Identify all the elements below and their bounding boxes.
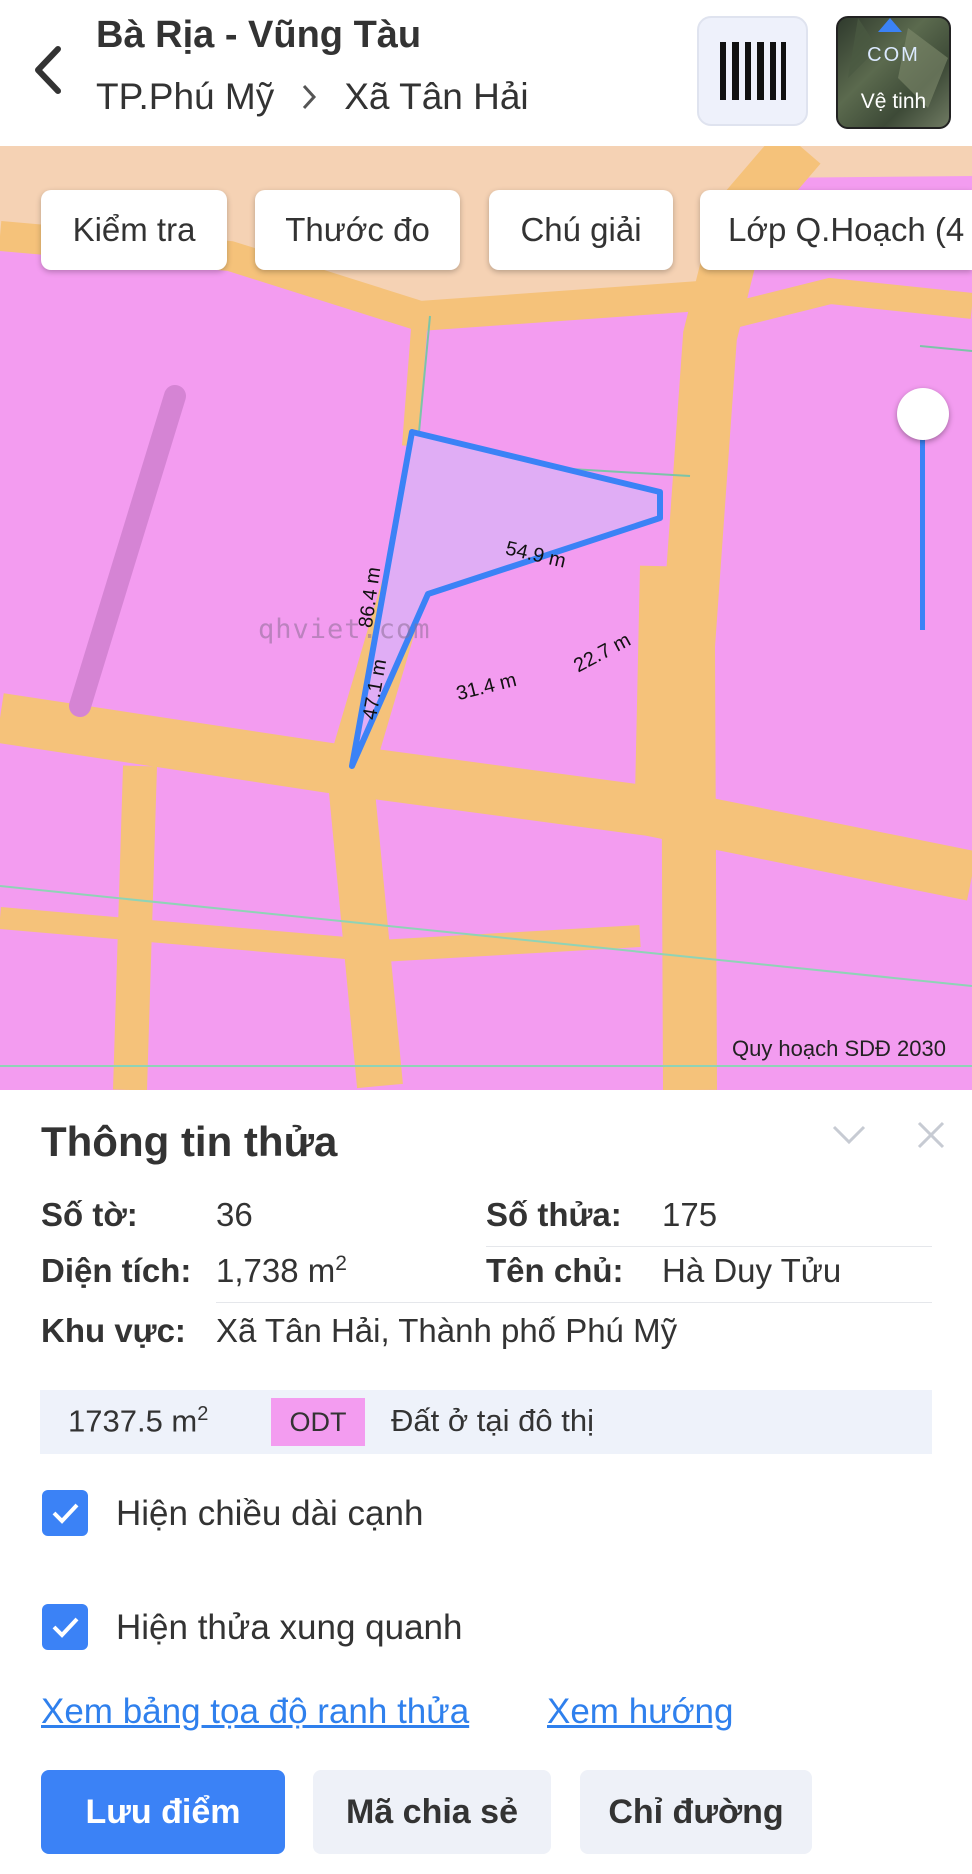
zoom-slider-handle[interactable] xyxy=(897,388,949,440)
satellite-brand-text: COM xyxy=(867,44,920,66)
collapse-button[interactable] xyxy=(826,1112,872,1158)
divider xyxy=(486,1246,932,1247)
owner-label: Tên chủ: xyxy=(486,1252,624,1289)
land-use-description: Đất ở tại đô thị xyxy=(391,1403,594,1438)
directions-button[interactable]: Chỉ đường xyxy=(580,1770,812,1854)
barcode-button[interactable] xyxy=(697,16,808,126)
checkmark-icon xyxy=(52,1617,79,1638)
region-label: Khu vực: xyxy=(41,1312,186,1349)
checkmark-icon xyxy=(52,1503,79,1524)
show-surrounding-label[interactable]: Hiện thửa xung quanh xyxy=(116,1608,462,1648)
parcel-number-label: Số thửa: xyxy=(486,1196,622,1233)
area-label: Diện tích: xyxy=(41,1252,192,1289)
map-watermark: qhviet.com xyxy=(258,614,431,645)
planning-layer-button[interactable]: Lớp Q.Hoạch (4 xyxy=(700,190,972,270)
owner-value: Hà Duy Tửu xyxy=(662,1252,842,1289)
app-header: Bà Rịa - Vũng Tàu TP.Phú Mỹ Xã Tân Hải C… xyxy=(0,0,972,146)
save-point-button[interactable]: Lưu điểm xyxy=(41,1770,285,1854)
planning-map[interactable]: qhviet.com 54.9 m 22.7 m 31.4 m 86.4 m 4… xyxy=(0,146,972,1090)
show-edge-lengths-label[interactable]: Hiện chiều dài cạnh xyxy=(116,1494,423,1534)
area-value: 1,738 m2 xyxy=(216,1252,347,1289)
legend-button[interactable]: Chú giải xyxy=(489,190,673,270)
divider xyxy=(216,1302,932,1303)
ruler-button[interactable]: Thước đo xyxy=(255,190,460,270)
view-direction-link[interactable]: Xem hướng xyxy=(547,1692,733,1732)
back-button[interactable] xyxy=(22,38,72,102)
close-button[interactable] xyxy=(908,1112,954,1158)
map-canvas xyxy=(0,146,972,1090)
share-code-button[interactable]: Mã chia sẻ xyxy=(313,1770,551,1854)
chevron-down-icon xyxy=(832,1125,866,1145)
chevron-left-icon xyxy=(35,46,61,94)
close-icon xyxy=(917,1121,945,1149)
breadcrumb-commune[interactable]: Xã Tân Hải xyxy=(344,76,528,118)
page-title: Bà Rịa - Vũng Tàu xyxy=(96,14,422,56)
barcode-icon xyxy=(719,42,786,100)
region-value: Xã Tân Hải, Thành phố Phú Mỹ xyxy=(216,1312,678,1349)
parcel-info-panel: Thông tin thửa Số tờ: 36 Số thửa: 175 Di… xyxy=(0,1090,972,1874)
panel-title: Thông tin thửa xyxy=(41,1118,338,1165)
land-use-area: 1737.5 m2 xyxy=(68,1403,209,1439)
breadcrumb: TP.Phú Mỹ Xã Tân Hải xyxy=(96,76,529,118)
show-surrounding-checkbox[interactable] xyxy=(42,1604,88,1650)
land-use-row: 1737.5 m2 ODT Đất ở tại đô thị xyxy=(40,1390,932,1454)
check-button[interactable]: Kiểm tra xyxy=(41,190,227,270)
sheet-number-value: 36 xyxy=(216,1196,253,1233)
satellite-label: Vệ tinh xyxy=(860,90,927,113)
show-edge-lengths-checkbox[interactable] xyxy=(42,1490,88,1536)
chevron-right-icon xyxy=(300,82,318,112)
parcel-number-value: 175 xyxy=(662,1196,718,1233)
breadcrumb-city[interactable]: TP.Phú Mỹ xyxy=(96,76,274,118)
coordinates-table-link[interactable]: Xem bảng tọa độ ranh thửa xyxy=(41,1692,469,1732)
satellite-view-button[interactable]: COM Vệ tinh xyxy=(836,16,951,129)
land-use-code-badge: ODT xyxy=(271,1398,365,1446)
zoom-slider-track[interactable] xyxy=(920,436,925,630)
map-layer-caption: Quy hoạch SDĐ 2030 xyxy=(731,1036,946,1061)
sheet-number-label: Số tờ: xyxy=(41,1196,138,1233)
